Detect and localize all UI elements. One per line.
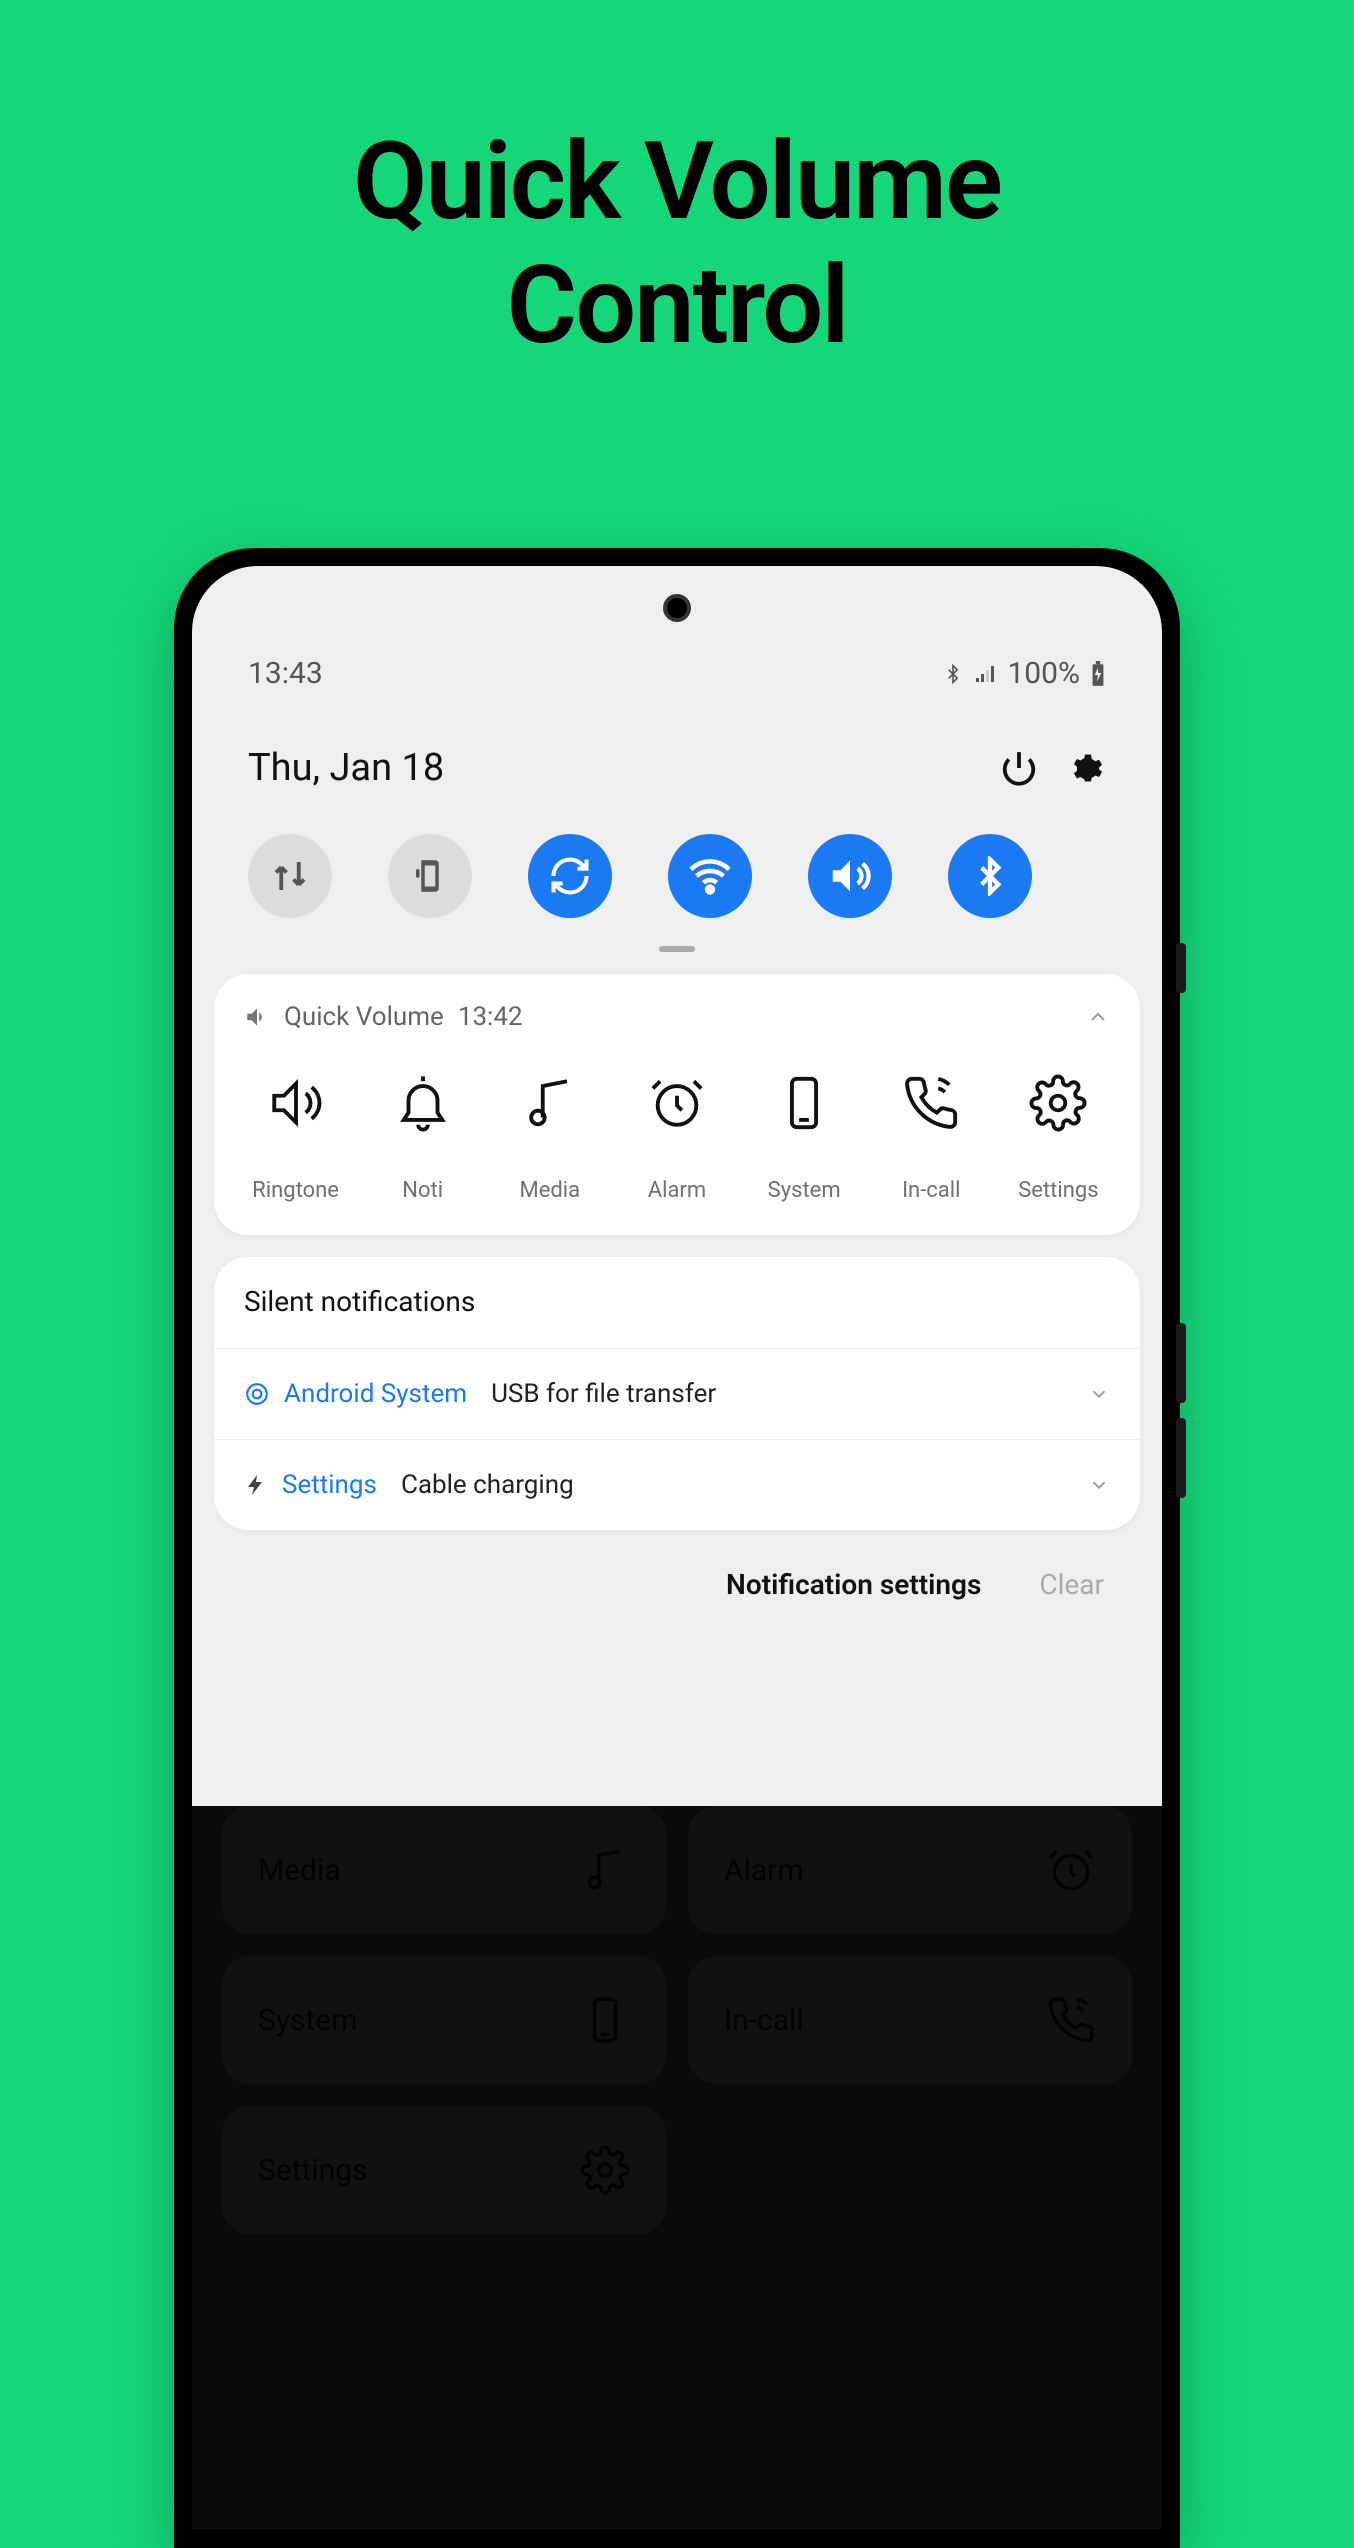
camera-cutout — [663, 594, 691, 622]
chevron-up-icon[interactable] — [1086, 1005, 1110, 1029]
background-app: Media Alarm System In-call Settings — [192, 1806, 1162, 2530]
qv-system[interactable]: System — [744, 1074, 864, 1203]
gear-icon — [580, 2145, 630, 2195]
status-bar: 13:43 100% — [192, 566, 1162, 691]
shade-date: Thu, Jan 18 — [248, 746, 444, 790]
qv-settings[interactable]: Settings — [998, 1074, 1118, 1203]
bg-tile-alarm[interactable]: Alarm — [688, 1806, 1132, 1934]
promo-title: Quick Volume Control — [0, 120, 1354, 368]
qv-media[interactable]: Media — [490, 1074, 610, 1203]
qv-ringtone[interactable]: Ringtone — [236, 1074, 356, 1203]
notification-row[interactable]: Android System USB for file transfer — [214, 1348, 1140, 1439]
signal-icon — [973, 662, 997, 686]
phone-device-icon — [580, 1995, 630, 2045]
shade-handle[interactable] — [659, 946, 695, 952]
bolt-icon — [244, 1473, 268, 1497]
toggle-wifi[interactable] — [668, 834, 752, 918]
bluetooth-icon — [943, 662, 963, 686]
notification-shade: 13:43 100% Thu, Jan 18 — [192, 566, 1162, 1806]
qv-time: 13:42 — [458, 1002, 523, 1032]
shade-footer: Notification settings Clear — [192, 1530, 1162, 1639]
qv-noti[interactable]: Noti — [363, 1074, 483, 1203]
battery-level: 100% — [1007, 656, 1080, 691]
volume-icon — [244, 1004, 270, 1030]
silent-title: Silent notifications — [214, 1257, 1140, 1348]
quick-toggles — [192, 790, 1162, 918]
bg-tile-system[interactable]: System — [222, 1956, 666, 2084]
bg-tile-incall[interactable]: In-call — [688, 1956, 1132, 2084]
chevron-down-icon[interactable] — [1088, 1474, 1110, 1496]
notification-row[interactable]: Settings Cable charging — [214, 1439, 1140, 1530]
toggle-bluetooth[interactable] — [948, 834, 1032, 918]
status-time: 13:43 — [248, 656, 323, 691]
phone-call-icon — [1046, 1995, 1096, 2045]
alarm-clock-icon — [1046, 1845, 1096, 1895]
toggle-rotate[interactable] — [528, 834, 612, 918]
gear-icon[interactable] — [1070, 750, 1106, 786]
qv-alarm[interactable]: Alarm — [617, 1074, 737, 1203]
clear-button[interactable]: Clear — [1039, 1568, 1104, 1601]
bg-tile-media[interactable]: Media — [222, 1806, 666, 1934]
power-icon[interactable] — [1000, 749, 1038, 787]
chevron-down-icon[interactable] — [1088, 1383, 1110, 1405]
toggle-data[interactable] — [248, 834, 332, 918]
qv-incall[interactable]: In-call — [871, 1074, 991, 1203]
toggle-sidekey[interactable] — [388, 834, 472, 918]
silent-notifications-card: Silent notifications Android System USB … — [214, 1257, 1140, 1530]
toggle-sound[interactable] — [808, 834, 892, 918]
battery-charging-icon — [1090, 661, 1106, 687]
qv-app-name: Quick Volume — [284, 1002, 444, 1032]
notification-settings-button[interactable]: Notification settings — [726, 1568, 981, 1601]
music-note-icon — [580, 1845, 630, 1895]
bg-tile-settings[interactable]: Settings — [222, 2106, 666, 2234]
android-system-icon — [244, 1381, 270, 1407]
phone-frame: Media Alarm System In-call Settings — [174, 548, 1180, 2548]
quick-volume-card: Quick Volume 13:42 Ringtone Noti — [214, 974, 1140, 1235]
